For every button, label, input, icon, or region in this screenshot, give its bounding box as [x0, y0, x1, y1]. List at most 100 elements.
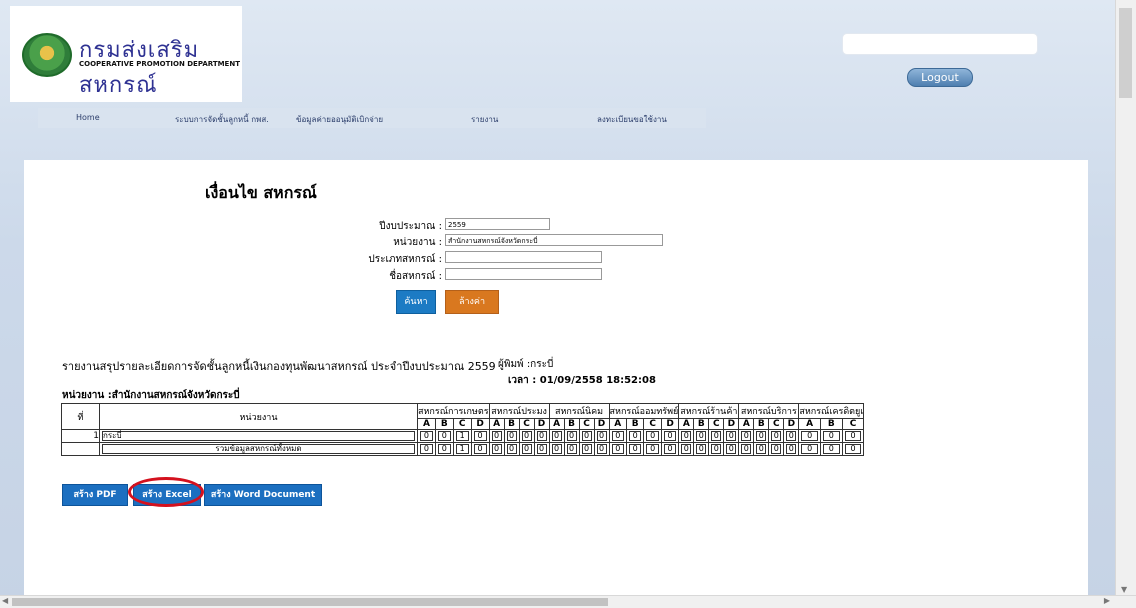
report-title: รายงานสรุปรายละเอียดการจัดชั้นลูกหนี้เงิ…	[62, 360, 496, 373]
cell-value: 0	[756, 431, 767, 441]
create-pdf-button[interactable]: สร้าง PDF	[62, 484, 128, 506]
cell-value: 0	[491, 444, 502, 454]
nav-item-report[interactable]: รายงาน	[471, 113, 498, 126]
col-grade-header: C	[643, 418, 662, 430]
cell-value: 0	[566, 444, 577, 454]
cell-value: 0	[596, 431, 607, 441]
cell-value: 0	[786, 431, 797, 441]
col-grade-header: A	[798, 418, 821, 430]
cell-value: 0	[726, 444, 737, 454]
cell-value: 0	[681, 431, 692, 441]
horizontal-scroll-thumb[interactable]	[12, 598, 608, 606]
cell-value: 0	[646, 431, 659, 441]
cell-value: 0	[437, 431, 451, 441]
cell-value: 0	[771, 431, 782, 441]
cell-value: 0	[420, 431, 433, 441]
unit-label: หน่วยงาน :	[393, 237, 442, 248]
col-grade-header: C	[708, 418, 725, 430]
vertical-scrollbar[interactable]: ▼	[1115, 0, 1136, 596]
cell-value: 0	[786, 444, 797, 454]
cell-value: 0	[663, 444, 677, 454]
col-grade-header: C	[768, 418, 785, 430]
cell-value: 0	[473, 431, 487, 441]
scroll-down-arrow-icon[interactable]: ▼	[1121, 585, 1127, 594]
header-logo-area[interactable]: กรมส่งเสริมสหกรณ์ COOPERATIVE PROMOTION …	[10, 6, 242, 102]
coop-type-input[interactable]	[445, 251, 602, 263]
main-nav: Home ระบบการจัดชั้นลูกหนี้ กพส. ข้อมูลค่…	[38, 108, 706, 128]
cell-value: 0	[681, 444, 692, 454]
col-grade-header: C	[452, 418, 472, 430]
col-grade-header: B	[753, 418, 770, 430]
col-group-header: สหกรณ์การเกษตร	[417, 403, 490, 419]
clear-button[interactable]: ล้างค่า	[445, 290, 499, 314]
col-header-no: ที่	[61, 403, 100, 430]
horizontal-scrollbar[interactable]: ◀ ▶	[0, 595, 1136, 608]
cell-value: 0	[536, 431, 547, 441]
cell-value: 0	[581, 444, 592, 454]
form-title: เงื่อนไข สหกรณ์	[205, 183, 317, 202]
row-number	[61, 442, 100, 456]
cell-value: 0	[473, 444, 487, 454]
cell-value: 0	[801, 444, 818, 454]
cell-value: 0	[726, 431, 737, 441]
nav-item-debtor-classification[interactable]: ระบบการจัดชั้นลูกหนี้ กพส.	[175, 113, 269, 126]
search-button[interactable]: ค้นหา	[396, 290, 436, 314]
unit-input[interactable]: สำนักงานสหกรณ์จังหวัดกระบี่	[445, 234, 663, 246]
row-unit-name: กระบี่	[102, 431, 415, 441]
cell-value: 0	[521, 444, 532, 454]
cell-value: 0	[696, 431, 707, 441]
cell-value: 0	[696, 444, 707, 454]
row-unit-name: รวมข้อมูลสหกรณ์ทั้งหมด	[102, 444, 415, 454]
cell-value: 0	[741, 444, 752, 454]
cell-value: 0	[536, 444, 547, 454]
col-header-unit: หน่วยงาน	[99, 403, 418, 430]
create-word-button[interactable]: สร้าง Word Document	[204, 484, 322, 506]
coop-name-label: ชื่อสหกรณ์ :	[389, 271, 442, 282]
logout-button[interactable]: Logout	[907, 68, 973, 87]
col-grade-header: B	[820, 418, 843, 430]
col-group-header: สหกรณ์นิคม	[548, 403, 610, 419]
cell-value: 0	[711, 431, 722, 441]
cell-value: 0	[521, 431, 532, 441]
col-grade-header: A	[608, 418, 627, 430]
report-unit: หน่วยงาน :สำนักงานสหกรณ์จังหวัดกระบี่	[62, 390, 240, 401]
cell-value: 0	[628, 444, 642, 454]
vertical-scroll-thumb[interactable]	[1119, 8, 1132, 98]
col-grade-header: D	[533, 418, 550, 430]
col-grade-header: B	[503, 418, 520, 430]
cell-value: 0	[741, 431, 752, 441]
nav-item-disbursement-data[interactable]: ข้อมูลค่ายออนุมัติเบิกจ่าย	[296, 113, 383, 126]
nav-item-register[interactable]: ลงทะเบียนขอใช้งาน	[597, 113, 667, 126]
col-group-header: สหกรณ์บริการ	[738, 403, 800, 419]
col-group-header: สหกรณ์เครดิตยูเ	[798, 403, 865, 419]
cell-value: 0	[646, 444, 659, 454]
header-search-input[interactable]	[842, 33, 1038, 55]
col-grade-header: D	[660, 418, 680, 430]
col-grade-header: D	[593, 418, 610, 430]
cell-value: 0	[551, 444, 562, 454]
row-number: 1	[61, 429, 100, 443]
col-grade-header: B	[625, 418, 645, 430]
scroll-left-arrow-icon[interactable]: ◀	[2, 596, 8, 605]
report-time: เวลา : 01/09/2558 18:52:08	[508, 375, 656, 386]
col-grade-header: B	[434, 418, 454, 430]
cell-value: 0	[756, 444, 767, 454]
coop-name-input[interactable]	[445, 268, 602, 280]
col-grade-header: D	[783, 418, 800, 430]
cell-value: 0	[491, 431, 502, 441]
cell-value: 0	[771, 444, 782, 454]
fiscal-year-input[interactable]: 2559	[445, 218, 550, 230]
cell-value: 0	[611, 431, 624, 441]
cell-value: 1	[455, 444, 469, 454]
col-group-header: สหกรณ์ประมง	[488, 403, 550, 419]
cell-value: 0	[823, 444, 840, 454]
report-printer: ผู้พิมพ์ :กระบี่	[498, 359, 554, 370]
cell-value: 0	[596, 444, 607, 454]
cell-value: 0	[844, 431, 862, 441]
col-grade-header: A	[488, 418, 505, 430]
cell-value: 0	[506, 431, 517, 441]
scroll-right-arrow-icon[interactable]: ▶	[1104, 596, 1110, 605]
nav-item-home[interactable]: Home	[76, 113, 100, 122]
department-logo-icon	[22, 33, 72, 77]
cell-value: 0	[628, 431, 642, 441]
